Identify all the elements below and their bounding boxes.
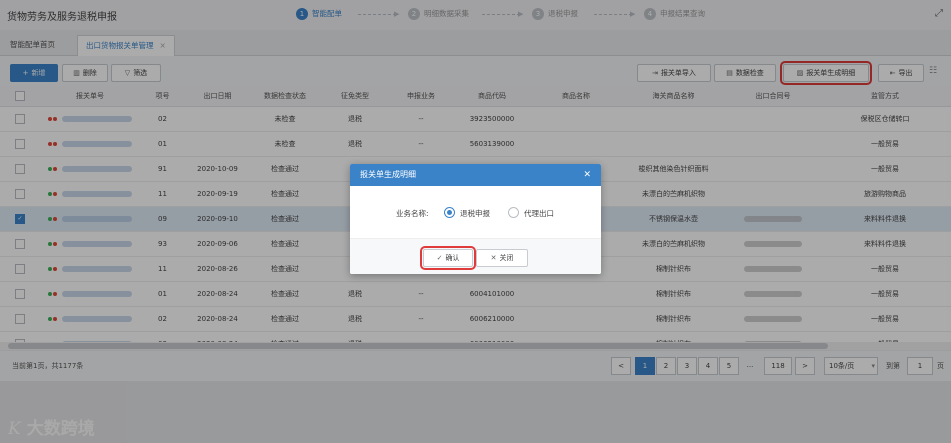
dialog-footer: ✓ 确认 ✕ 关闭 — [350, 238, 601, 274]
confirm-button[interactable]: ✓ 确认 — [420, 246, 476, 270]
generate-details-dialog: 报关单生成明细 ✕ 业务名称: 退税申报 代理出口 ✓ 确认 ✕ 关闭 — [350, 164, 601, 274]
close-icon: ✕ — [490, 254, 497, 262]
radio-tax-refund[interactable] — [444, 207, 455, 218]
radio-label[interactable]: 代理出口 — [524, 208, 554, 219]
radio-agent-export[interactable] — [508, 207, 519, 218]
radio-label[interactable]: 退税申报 — [460, 208, 490, 219]
check-circle-icon: ✓ — [436, 254, 443, 262]
close-icon[interactable]: ✕ — [583, 164, 591, 186]
business-type-field: 业务名称: 退税申报 代理出口 — [350, 206, 601, 220]
business-type-label: 业务名称: — [396, 209, 429, 218]
dialog-title: 报关单生成明细 — [360, 170, 416, 179]
close-button[interactable]: ✕ 关闭 — [476, 249, 528, 267]
dialog-header: 报关单生成明细 ✕ — [350, 164, 601, 186]
